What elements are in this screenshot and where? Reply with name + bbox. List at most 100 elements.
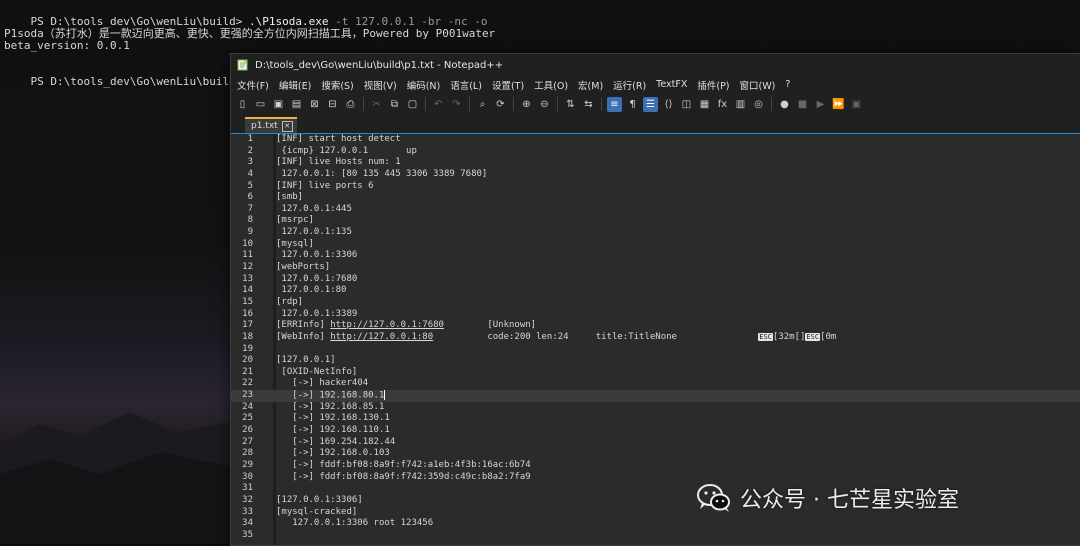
line-number: 23 (242, 390, 253, 401)
run-macro-multiple-icon[interactable]: ⏩ (831, 97, 846, 112)
editor-line: 27 [->] 169.254.182.44 (231, 437, 1080, 449)
line-text: [->] 192.168.0.103 (276, 448, 390, 459)
close-all-icon[interactable]: ⊟ (325, 97, 340, 112)
line-text: [127.0.0.1:3306] (276, 494, 363, 505)
menu-item[interactable]: 运行(R) (613, 78, 646, 92)
xml-tag-icon[interactable]: ⟨⟩ (661, 97, 676, 112)
redo-icon[interactable]: ↷ (449, 97, 464, 112)
menu-item[interactable]: 视图(V) (364, 78, 397, 92)
show-all-chars-icon[interactable]: ¶ (625, 97, 640, 112)
menu-item[interactable]: 宏(M) (578, 78, 603, 92)
menu-item[interactable]: TextFX (656, 79, 687, 90)
menu-item[interactable]: 工具(O) (534, 78, 568, 92)
hyperlink[interactable]: http://127.0.0.1:80 (330, 332, 433, 342)
menu-item[interactable]: 插件(P) (697, 78, 729, 92)
line-number: 13 (242, 273, 253, 284)
hyperlink[interactable]: http://127.0.0.1:7680 (330, 320, 444, 330)
fx-icon[interactable]: fx (715, 97, 730, 112)
tab-p1-txt[interactable]: p1.txt ✕ (245, 117, 297, 133)
replace-icon[interactable]: ⟳ (493, 97, 508, 112)
folder-workspace-icon[interactable]: ▥ (733, 97, 748, 112)
cut-icon[interactable]: ✂ (369, 97, 384, 112)
line-text: [webPorts] (276, 262, 331, 273)
terminal-prompt-line[interactable]: PS D:\tools_dev\Go\wenLiu\build> (4, 64, 253, 100)
line-number: 30 (242, 471, 253, 482)
line-text: [WebInfo] http://127.0.0.1:80 code:200 l… (276, 331, 837, 342)
line-number: 15 (242, 296, 253, 307)
esc-control-char: ESC (758, 332, 773, 341)
menu-item[interactable]: 编辑(E) (279, 78, 311, 92)
editor-line: 22 [->] hacker404 (231, 378, 1080, 390)
save-all-icon[interactable]: ▤ (289, 97, 304, 112)
line-number: 20 (242, 355, 253, 366)
editor-line: 29 [->] fddf:bf08:8a9f:f742:a1eb:4f3b:16… (231, 460, 1080, 472)
menu-item[interactable]: 搜索(S) (321, 78, 353, 92)
menu-item[interactable]: ? (785, 79, 790, 90)
line-number: 34 (242, 518, 253, 529)
mountain-silhouette (0, 412, 240, 544)
monitor-icon[interactable]: ◎ (751, 97, 766, 112)
zoom-out-icon[interactable]: ⊖ (537, 97, 552, 112)
copy-icon[interactable]: ⧉ (387, 97, 402, 112)
toolbar: ▯ ▭ ▣ ▤ ⊠ ⊟ ⎙ ✂ ⧉ ▢ ↶ ↷ ⌕ ⟳ ⊕ ⊖ ⇅ ⇆ ≡ ¶ ☰ ⟨⟩ ◫ ▦ fx ▥ ◎ ● ■ ▶ ⏩ ▣ (231, 93, 1080, 115)
notepadpp-window[interactable]: D:\tools_dev\Go\wenLiu\build\p1.txt - No… (230, 53, 1080, 546)
word-wrap-icon[interactable]: ≡ (607, 96, 622, 112)
line-number: 24 (242, 401, 253, 412)
line-number: 18 (242, 331, 253, 342)
line-text: 127.0.0.1:135 (276, 227, 352, 238)
editor-line: 7 127.0.0.1:445 (231, 204, 1080, 216)
menu-item[interactable]: 语言(L) (450, 78, 482, 92)
tab-label: p1.txt (251, 121, 278, 131)
play-macro-icon[interactable]: ▶ (813, 97, 828, 112)
line-number: 19 (242, 343, 253, 354)
terminal-output-line: beta_version: 0.0.1 (4, 39, 130, 52)
editor-line: 20 [127.0.0.1] (231, 355, 1080, 367)
sync-horizontal-icon[interactable]: ⇆ (581, 97, 596, 112)
find-icon[interactable]: ⌕ (475, 97, 490, 112)
open-file-icon[interactable]: ▭ (253, 97, 268, 112)
editor-line: 9 127.0.0.1:135 (231, 227, 1080, 239)
menu-item[interactable]: 编码(N) (407, 78, 441, 92)
window-title: D:\tools_dev\Go\wenLiu\build\p1.txt - No… (255, 59, 504, 71)
menu-item[interactable]: 窗口(W) (740, 78, 776, 92)
editor-line: 11 127.0.0.1:3306 (231, 250, 1080, 262)
menu-item[interactable]: 文件(F) (237, 78, 269, 92)
editor-line: 13 127.0.0.1:7680 (231, 274, 1080, 286)
tab-bar: p1.txt ✕ (231, 115, 1080, 134)
line-number: 4 (247, 168, 253, 179)
line-text: [->] fddf:bf08:8a9f:f742:a1eb:4f3b:16ac:… (276, 459, 531, 470)
function-list-icon[interactable]: ▦ (697, 97, 712, 112)
editor-line: 15 [rdp] (231, 297, 1080, 309)
line-number: 5 (247, 180, 253, 191)
paste-icon[interactable]: ▢ (405, 97, 420, 112)
save-icon[interactable]: ▣ (271, 97, 286, 112)
close-icon[interactable]: ⊠ (307, 97, 322, 112)
undo-icon[interactable]: ↶ (431, 97, 446, 112)
toolbar-separator (771, 97, 772, 111)
save-macro-icon[interactable]: ▣ (849, 97, 864, 112)
line-number: 10 (242, 238, 253, 249)
sync-vertical-icon[interactable]: ⇅ (563, 97, 578, 112)
line-text: [->] 192.168.80.1 (276, 390, 386, 401)
line-text: [OXID-NetInfo] (276, 366, 358, 377)
new-file-icon[interactable]: ▯ (235, 97, 250, 112)
tab-close-icon[interactable]: ✕ (281, 120, 293, 132)
record-macro-icon[interactable]: ● (777, 97, 792, 112)
line-number: 16 (242, 308, 253, 319)
line-number: 9 (247, 227, 253, 238)
editor-line: 8 [msrpc] (231, 215, 1080, 227)
line-text: 127.0.0.1:3389 (276, 308, 358, 319)
print-icon[interactable]: ⎙ (343, 97, 358, 112)
stop-macro-icon[interactable]: ■ (795, 97, 810, 112)
line-text: [INF] live Hosts num: 1 (276, 157, 401, 168)
line-number: 22 (242, 378, 253, 389)
editor-line: 2 {icmp} 127.0.0.1 up (231, 146, 1080, 158)
indent-guide-icon[interactable]: ☰ (643, 96, 658, 112)
menu-item[interactable]: 设置(T) (492, 78, 524, 92)
line-number: 7 (247, 203, 253, 214)
doc-map-icon[interactable]: ◫ (679, 97, 694, 112)
editor-line: 5 [INF] live ports 6 (231, 181, 1080, 193)
zoom-in-icon[interactable]: ⊕ (519, 97, 534, 112)
menu-bar: 文件(F) 编辑(E) 搜索(S) 视图(V) 编码(N) 语言(L) 设置(T) 工具(O)… (231, 76, 1080, 93)
title-bar[interactable]: D:\tools_dev\Go\wenLiu\build\p1.txt - No… (231, 54, 1080, 76)
